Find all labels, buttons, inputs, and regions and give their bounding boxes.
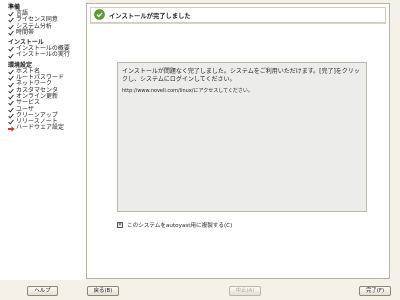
sidebar-step: インストールの実行: [8, 52, 86, 58]
checkmark-icon: [8, 107, 16, 113]
sidebar-step-label: ハードウェア設定: [16, 124, 65, 132]
sidebar-step: 時間帯: [8, 28, 86, 36]
info-url-line: http://www.novell.com/linux/にアクセスしてください。: [122, 88, 253, 94]
completion-message-box: インストールが問題なく完了しました。システムをご利用いただけます。[完了]をクリ…: [117, 62, 367, 212]
sidebar-step: ハードウェア設定: [8, 124, 86, 132]
dialog-header: インストールが完了しました: [90, 7, 386, 23]
page-title: インストールが完了しました: [109, 12, 191, 20]
completion-message-line-1: インストールが問題なく完了しました。システムをご利用いただけます。[完了]をクリ…: [122, 68, 360, 75]
checkmark-icon: [8, 30, 16, 36]
autoyast-clone-checkbox[interactable]: ✕: [117, 222, 123, 228]
checkmark-circle-icon: [94, 8, 105, 22]
checkmark-icon: [8, 24, 16, 30]
abort-button[interactable]: 中止(A): [229, 286, 261, 296]
checkmark-icon: [8, 113, 16, 119]
sidebar-step-label: インストールの実行: [16, 51, 70, 59]
checkmark-icon: [8, 17, 16, 24]
completion-message-line-2: クし、システムにログインしてください。: [122, 76, 236, 83]
header-divider: [90, 23, 386, 24]
main-panel: インストールが完了しました インストールが問題なく完了しました。システムをご利用…: [86, 3, 390, 279]
steps-sidebar: 準備 言語 ライセンス同意 システム分析 時間帯 インストール インストールの概要 インストー…: [0, 0, 86, 280]
checkmark-icon: [8, 88, 16, 94]
checkmark-icon: [8, 94, 16, 100]
checkmark-icon: [8, 53, 16, 59]
finish-button[interactable]: 完了(F): [359, 286, 391, 296]
checkmark-icon: [8, 69, 16, 75]
checkmark-icon: [8, 46, 16, 52]
back-button[interactable]: 戻る(B): [87, 286, 119, 296]
checkmark-icon: [8, 11, 16, 17]
current-step-arrow-icon: [8, 125, 16, 132]
checkmark-icon: [8, 75, 16, 81]
checkmark-icon: [8, 119, 16, 125]
checkmark-icon: [8, 100, 16, 107]
help-button[interactable]: ヘルプ: [27, 286, 58, 296]
checkmark-icon: [8, 82, 16, 88]
sidebar-step-label: 時間帯: [16, 28, 35, 36]
autoyast-clone-option[interactable]: ✕ このシステムをautoyast用に複製する(C): [117, 221, 232, 229]
autoyast-clone-label[interactable]: このシステムをautoyast用に複製する(C): [127, 221, 232, 229]
